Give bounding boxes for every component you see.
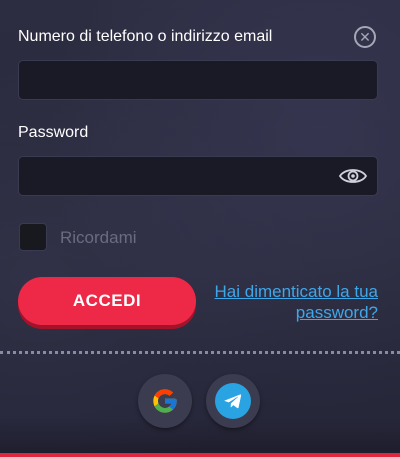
- phone-email-input[interactable]: [18, 60, 378, 100]
- remember-me-checkbox[interactable]: [19, 223, 47, 251]
- bottom-accent-line: [0, 453, 400, 457]
- telegram-icon-circle: [215, 383, 251, 419]
- eye-icon[interactable]: [338, 166, 368, 186]
- google-login-button[interactable]: [138, 374, 192, 428]
- phone-email-label: Numero di telefono o indirizzo email: [18, 28, 273, 45]
- password-input[interactable]: [18, 156, 378, 196]
- telegram-icon: [224, 394, 242, 409]
- remember-me-label: Ricordami: [60, 228, 137, 247]
- divider: [0, 351, 400, 354]
- telegram-login-button[interactable]: [206, 374, 260, 428]
- google-icon: [153, 389, 177, 413]
- background-shade: [0, 417, 400, 457]
- password-label: Password: [18, 124, 89, 141]
- login-button[interactable]: ACCEDI: [18, 277, 196, 325]
- forgot-password-link[interactable]: Hai dimenticato la tua password?: [206, 281, 378, 323]
- close-icon[interactable]: ✕: [354, 26, 376, 48]
